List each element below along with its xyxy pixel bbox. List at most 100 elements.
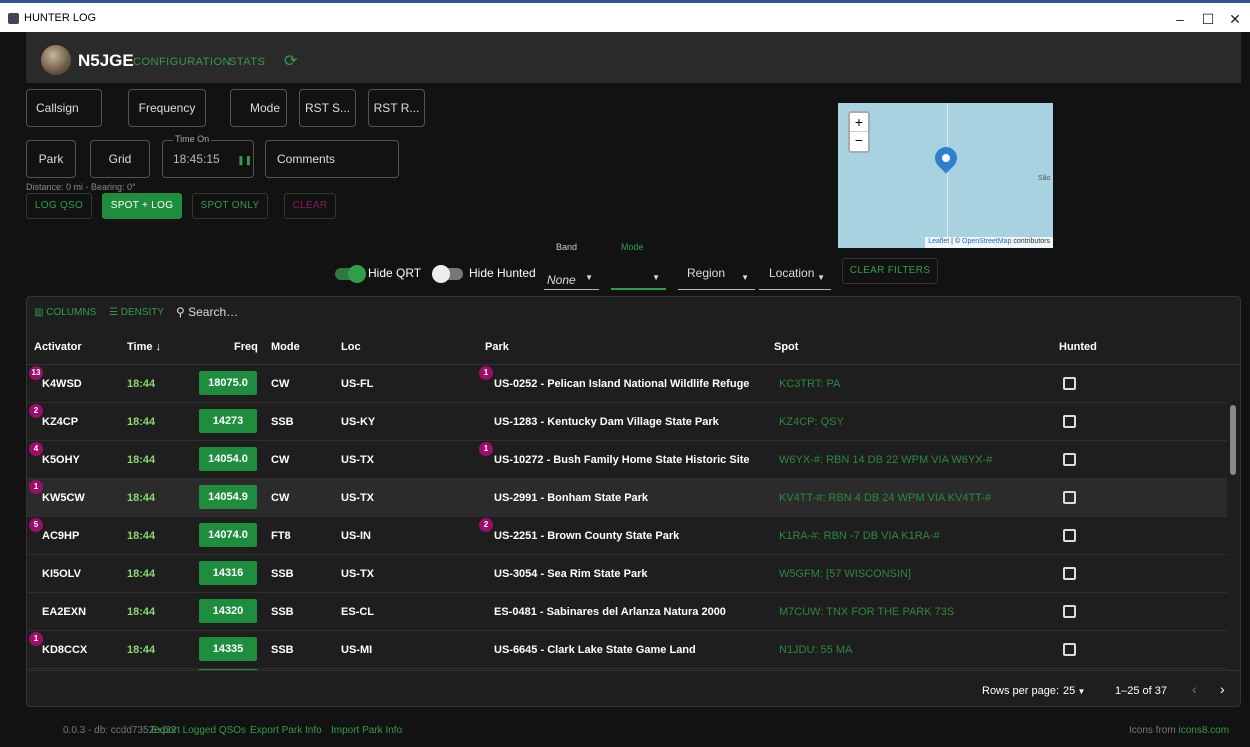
rows-per-page-select[interactable]: 25 ▼: [1063, 685, 1085, 697]
import-park-info-link[interactable]: Import Park Info: [331, 725, 402, 736]
table-row[interactable]: 13 K4WSD 18:44 18075.0 CW US-FL 1 US-0252 - Pel…: [27, 365, 1227, 403]
band-select[interactable]: Band None ▼: [544, 242, 599, 290]
spot-only-button[interactable]: SPOT ONLY: [192, 193, 268, 219]
column-header-freq[interactable]: Freq: [234, 341, 258, 353]
table-row[interactable]: 2 KZ4CP 18:44 14273 SSB US-KY US-1283 - Kentuc…: [27, 403, 1227, 441]
table-row[interactable]: 1 KW5CW 18:44 14054.9 CW US-TX US-2991 - Bonha…: [27, 479, 1227, 517]
frequency-button[interactable]: 14054.9: [199, 485, 257, 509]
park-count-badge: 1: [479, 442, 493, 456]
mode-field[interactable]: Mode: [230, 89, 287, 127]
park-cell[interactable]: US-2251 - Brown County State Park: [494, 530, 679, 542]
activator-cell[interactable]: EA2EXN: [42, 606, 86, 618]
callsign-field[interactable]: Callsign: [26, 89, 102, 127]
minimize-button[interactable]: –: [1165, 9, 1195, 29]
hunted-checkbox[interactable]: [1063, 567, 1076, 580]
table-row[interactable]: KI5OLV 18:44 14316 SSB US-TX US-3054 - Sea Ri…: [27, 555, 1227, 593]
hunted-checkbox[interactable]: [1063, 453, 1076, 466]
hide-qrt-toggle[interactable]: [335, 265, 366, 283]
park-cell[interactable]: US-3054 - Sea Rim State Park: [494, 568, 647, 580]
zoom-in-button[interactable]: +: [850, 113, 868, 132]
park-cell[interactable]: US-10272 - Bush Family Home State Histor…: [494, 454, 750, 466]
activator-cell[interactable]: KI5OLV: [42, 568, 81, 580]
map-marker-icon[interactable]: [930, 142, 962, 174]
maximize-button[interactable]: ☐: [1193, 9, 1223, 29]
activator-cell[interactable]: AC9HP: [42, 530, 79, 542]
columns-button[interactable]: ▥ COLUMNS: [34, 307, 96, 318]
hide-hunted-toggle[interactable]: [432, 265, 463, 283]
park-cell[interactable]: US-6645 - Clark Lake State Game Land: [494, 644, 696, 656]
hunted-checkbox[interactable]: [1063, 643, 1076, 656]
table-row[interactable]: 4 K5OHY 18:44 14054.0 CW US-TX 1 US-10272 - Bus…: [27, 441, 1227, 479]
density-button[interactable]: ☰ DENSITY: [109, 307, 164, 318]
frequency-button[interactable]: 14273: [199, 409, 257, 433]
frequency-button[interactable]: 18075.0: [199, 371, 257, 395]
mode-cell: CW: [271, 454, 290, 466]
region-select[interactable]: Region ▼: [678, 260, 755, 290]
table-scrollbar[interactable]: [1229, 391, 1237, 696]
frequency-button[interactable]: 14316: [199, 561, 257, 585]
column-header-time[interactable]: Time ↓: [127, 341, 161, 353]
table-row[interactable]: 5 AC9HP 18:44 14074.0 FT8 US-IN 2 US-2251 - Bro…: [27, 517, 1227, 555]
time-cell: 18:44: [127, 644, 156, 656]
park-cell[interactable]: US-1283 - Kentucky Dam Village State Par…: [494, 416, 719, 428]
rst-rcvd-field[interactable]: RST R...: [368, 89, 425, 127]
icons8-link[interactable]: icons8.com: [1178, 725, 1229, 736]
column-header-activator[interactable]: Activator: [34, 341, 82, 353]
mode-select[interactable]: Mode ▼: [611, 242, 666, 290]
hunted-checkbox[interactable]: [1063, 491, 1076, 504]
activator-cell[interactable]: K4WSD: [42, 378, 82, 390]
table-row[interactable]: 1 KD8CCX 18:44 14335 SSB US-MI US-6645 - Clark…: [27, 631, 1227, 669]
frequency-button[interactable]: 14054.0: [199, 447, 257, 471]
nav-configuration[interactable]: CONFIGURATION: [133, 56, 231, 68]
hunted-checkbox[interactable]: [1063, 415, 1076, 428]
hide-hunted-label: Hide Hunted: [469, 266, 536, 280]
table-row[interactable]: EA2EXN 18:44 14320 SSB ES-CL ES-0481 - Sabina…: [27, 593, 1227, 631]
next-page-button[interactable]: ›: [1220, 681, 1225, 697]
activator-cell[interactable]: KZ4CP: [42, 416, 78, 428]
refresh-icon[interactable]: ⟳: [284, 51, 297, 71]
location-map[interactable]: + − São Leaflet | © OpenStreetMap contri…: [838, 103, 1053, 248]
location-select[interactable]: Location ▼: [759, 260, 831, 290]
activator-cell[interactable]: KW5CW: [42, 492, 85, 504]
column-header-loc[interactable]: Loc: [341, 341, 361, 353]
osm-link[interactable]: OpenStreetMap: [962, 238, 1011, 245]
export-logged-qsos-link[interactable]: Export Logged QSOs: [151, 725, 246, 736]
park-cell[interactable]: US-0252 - Pelican Island National Wildli…: [494, 378, 749, 390]
column-header-hunted[interactable]: Hunted: [1059, 341, 1097, 353]
time-on-field[interactable]: Time On 18:45:15 ❚❚: [162, 134, 254, 178]
rst-sent-field[interactable]: RST S...: [299, 89, 356, 127]
leaflet-link[interactable]: Leaflet: [928, 238, 949, 245]
park-field[interactable]: Park: [26, 140, 76, 178]
pause-icon[interactable]: ❚❚: [237, 155, 252, 165]
scrollbar-thumb[interactable]: [1230, 405, 1236, 475]
clear-button[interactable]: CLEAR: [284, 193, 336, 219]
search-input[interactable]: ⚲ Search…: [176, 305, 238, 319]
hunted-checkbox[interactable]: [1063, 377, 1076, 390]
log-qso-button[interactable]: LOG QSO: [26, 193, 92, 219]
grid-field[interactable]: Grid: [90, 140, 150, 178]
frequency-field[interactable]: Frequency: [128, 89, 206, 127]
activator-cell[interactable]: K5OHY: [42, 454, 80, 466]
previous-page-button[interactable]: ‹: [1192, 681, 1197, 697]
column-header-mode[interactable]: Mode: [271, 341, 300, 353]
avatar[interactable]: [41, 45, 71, 75]
frequency-button[interactable]: 14074.0: [199, 523, 257, 547]
frequency-button[interactable]: 14335: [199, 637, 257, 661]
park-cell[interactable]: US-2991 - Bonham State Park: [494, 492, 648, 504]
comments-field[interactable]: Comments: [265, 140, 399, 178]
activator-cell[interactable]: KD8CCX: [42, 644, 87, 656]
frequency-button[interactable]: 14320: [199, 599, 257, 623]
column-header-spot[interactable]: Spot: [774, 341, 798, 353]
hunted-checkbox[interactable]: [1063, 605, 1076, 618]
clear-filters-button[interactable]: CLEAR FILTERS: [842, 258, 938, 284]
toggle-knob: [348, 265, 366, 283]
zoom-out-button[interactable]: −: [850, 132, 868, 151]
nav-stats[interactable]: STATS: [229, 56, 265, 68]
column-header-park[interactable]: Park: [485, 341, 509, 353]
park-cell[interactable]: ES-0481 - Sabinares del Arlanza Natura 2…: [494, 606, 726, 618]
close-button[interactable]: ✕: [1220, 9, 1250, 29]
hunted-checkbox[interactable]: [1063, 529, 1076, 542]
rows-per-page-label: Rows per page:: [982, 685, 1060, 697]
export-park-info-link[interactable]: Export Park Info: [250, 725, 322, 736]
spot-log-button[interactable]: SPOT + LOG: [102, 193, 182, 219]
